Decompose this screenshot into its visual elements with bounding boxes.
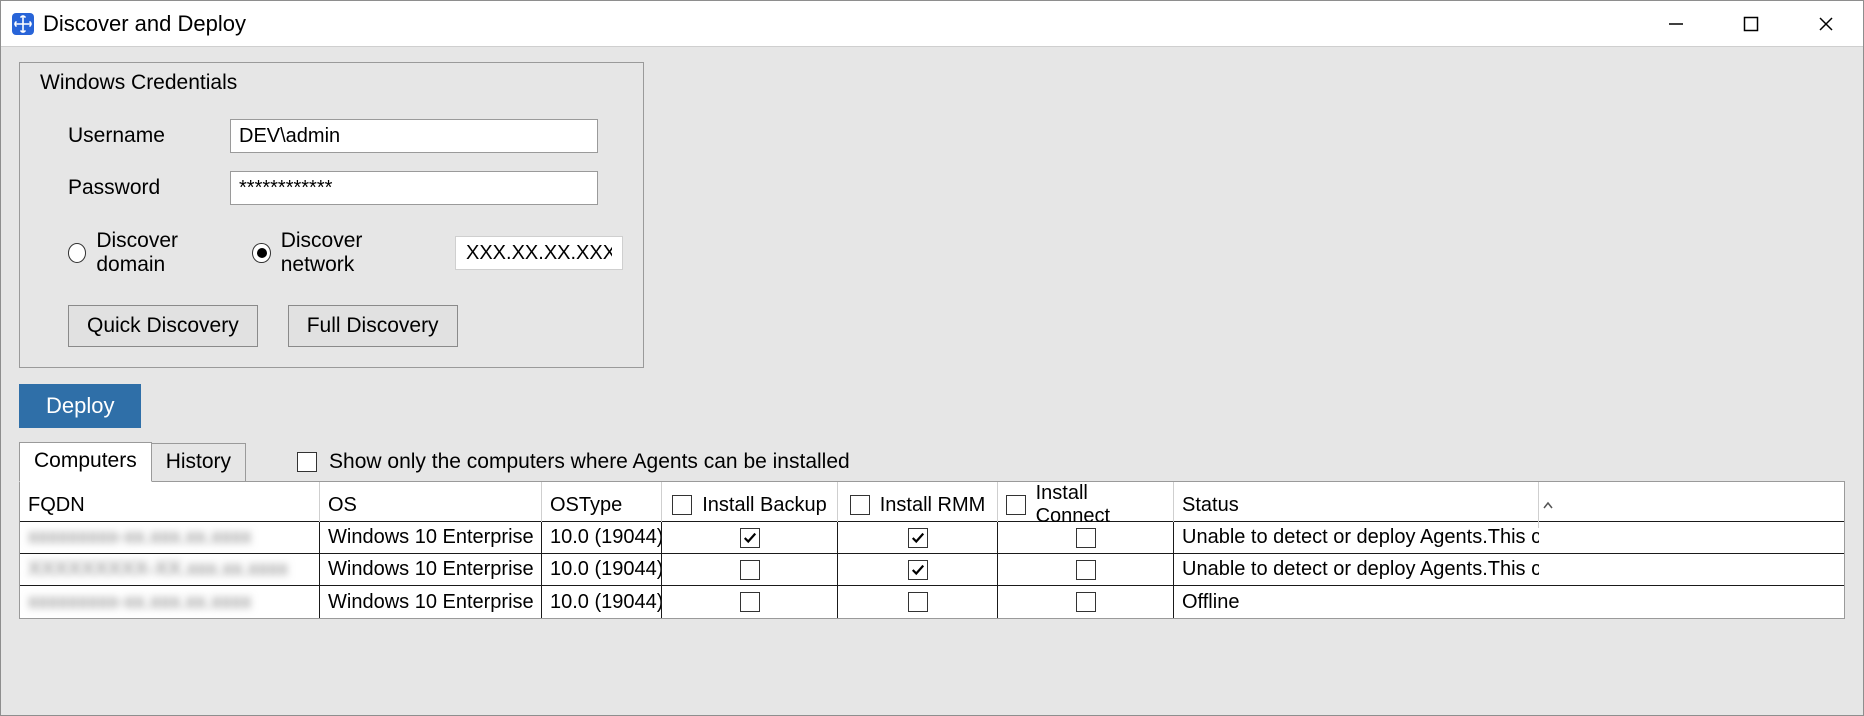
- cell-install-connect-checkbox[interactable]: [1076, 592, 1096, 612]
- table-row[interactable]: XXXXXXXXX-XX.xxx.xx.xxxxWindows 10 Enter…: [20, 554, 1844, 586]
- cell-install-backup: [662, 554, 838, 585]
- deploy-button[interactable]: Deploy: [19, 384, 141, 428]
- filter-label: Show only the computers where Agents can…: [329, 450, 850, 474]
- password-input[interactable]: [230, 171, 598, 205]
- select-all-connect-checkbox[interactable]: [1006, 495, 1026, 515]
- quick-discovery-button[interactable]: Quick Discovery: [68, 305, 258, 347]
- username-label: Username: [40, 124, 230, 148]
- cell-install-rmm-checkbox[interactable]: [908, 592, 928, 612]
- maximize-button[interactable]: [1713, 1, 1788, 46]
- grid-body: xxxxxxxxx-xx.xxx.xx.xxxxWindows 10 Enter…: [20, 522, 1844, 618]
- cell-install-rmm: [838, 554, 998, 585]
- discover-domain-label: Discover domain: [96, 229, 238, 277]
- radio-icon: [68, 243, 86, 263]
- network-input[interactable]: [455, 236, 623, 270]
- tabstrip: Computers History Show only the computer…: [19, 442, 1845, 482]
- cell-install-connect: [998, 522, 1174, 553]
- cell-install-rmm: [838, 586, 998, 618]
- window-controls: [1638, 1, 1863, 46]
- discover-domain-radio[interactable]: Discover domain: [68, 229, 238, 277]
- cell-fqdn: xxxxxxxxx-xx.xxx.xx.xxxx: [20, 522, 320, 553]
- password-row: Password: [40, 171, 623, 205]
- cell-install-backup-checkbox[interactable]: [740, 592, 760, 612]
- discovery-buttons: Quick Discovery Full Discovery: [40, 305, 623, 347]
- content-area: Windows Credentials Username Password Di…: [1, 47, 1863, 619]
- cell-scroll-gutter: [1539, 554, 1557, 585]
- table-row[interactable]: xxxxxxxxx-xx.xxx.xx.xxxxWindows 10 Enter…: [20, 586, 1844, 618]
- close-button[interactable]: [1788, 1, 1863, 46]
- cell-os: Windows 10 Enterprise: [320, 586, 542, 618]
- cell-install-backup: [662, 586, 838, 618]
- tab-computers[interactable]: Computers: [19, 442, 152, 482]
- cell-ostype: 10.0 (19044): [542, 554, 662, 585]
- filter-row: Show only the computers where Agents can…: [297, 450, 850, 474]
- cell-os: Windows 10 Enterprise: [320, 554, 542, 585]
- discover-mode-row: Discover domain Discover network: [40, 229, 623, 277]
- cell-install-backup-checkbox[interactable]: [740, 560, 760, 580]
- cell-install-connect: [998, 554, 1174, 585]
- cell-install-connect-checkbox[interactable]: [1076, 528, 1096, 548]
- computers-grid: FQDN OS OSType Install Backup Install RM…: [20, 482, 1844, 618]
- select-all-rmm-checkbox[interactable]: [850, 495, 870, 515]
- tab-history[interactable]: History: [151, 443, 246, 482]
- titlebar: Discover and Deploy: [1, 1, 1863, 47]
- discover-network-radio[interactable]: Discover network: [252, 229, 427, 277]
- cell-install-rmm-checkbox[interactable]: [908, 560, 928, 580]
- radio-icon: [252, 243, 270, 263]
- header-install-backup-label: Install Backup: [702, 494, 827, 517]
- cell-fqdn: XXXXXXXXX-XX.xxx.xx.xxxx: [20, 554, 320, 585]
- select-all-backup-checkbox[interactable]: [672, 495, 692, 515]
- full-discovery-button[interactable]: Full Discovery: [288, 305, 458, 347]
- cell-ostype: 10.0 (19044): [542, 586, 662, 618]
- cell-scroll-gutter: [1539, 586, 1557, 618]
- username-input[interactable]: [230, 119, 598, 153]
- cell-install-connect-checkbox[interactable]: [1076, 560, 1096, 580]
- app-icon: [11, 12, 35, 36]
- header-install-rmm-label: Install RMM: [880, 494, 986, 517]
- cell-install-backup-checkbox[interactable]: [740, 528, 760, 548]
- grid-header: FQDN OS OSType Install Backup Install RM…: [20, 482, 1844, 522]
- cell-os: Windows 10 Enterprise: [320, 522, 542, 553]
- cell-ostype: 10.0 (19044): [542, 522, 662, 553]
- cell-install-connect: [998, 586, 1174, 618]
- cell-status: Unable to detect or deploy Agents.This c: [1174, 522, 1539, 553]
- computers-panel: FQDN OS OSType Install Backup Install RM…: [19, 481, 1845, 619]
- password-label: Password: [40, 176, 230, 200]
- table-row[interactable]: xxxxxxxxx-xx.xxx.xx.xxxxWindows 10 Enter…: [20, 522, 1844, 554]
- cell-install-backup: [662, 522, 838, 553]
- window-title: Discover and Deploy: [43, 11, 246, 37]
- app-window: Discover and Deploy Windows Credentials …: [0, 0, 1864, 716]
- minimize-button[interactable]: [1638, 1, 1713, 46]
- credentials-fieldset: Windows Credentials Username Password Di…: [19, 62, 644, 368]
- credentials-legend: Windows Credentials: [40, 71, 623, 109]
- cell-install-rmm-checkbox[interactable]: [908, 528, 928, 548]
- username-row: Username: [40, 119, 623, 153]
- filter-checkbox[interactable]: [297, 452, 317, 472]
- cell-fqdn: xxxxxxxxx-xx.xxx.xx.xxxx: [20, 586, 320, 618]
- cell-status: Unable to detect or deploy Agents.This c: [1174, 554, 1539, 585]
- cell-scroll-gutter: [1539, 522, 1557, 553]
- discover-network-label: Discover network: [281, 229, 427, 277]
- cell-status: Offline: [1174, 586, 1539, 618]
- cell-install-rmm: [838, 522, 998, 553]
